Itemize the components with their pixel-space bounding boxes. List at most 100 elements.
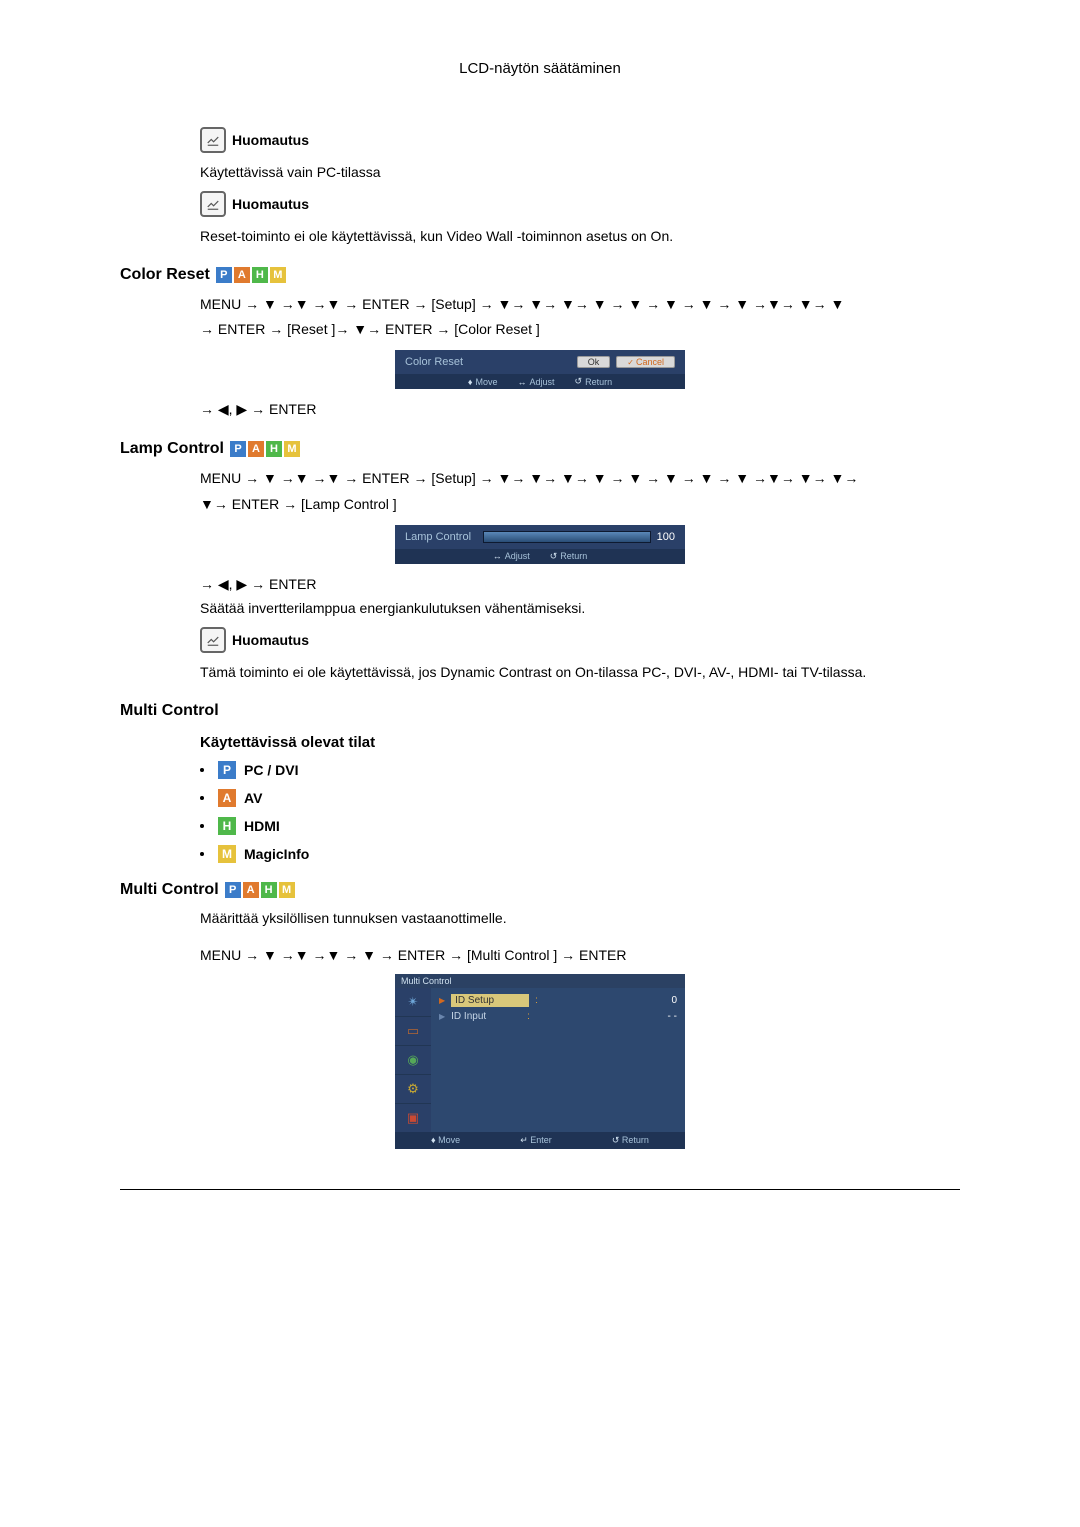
badge-a-icon: A [218,789,236,807]
osd-lamp-control: Lamp Control 100 ↔Adjust ↺Return [395,525,685,564]
note-icon [200,191,226,217]
mode-label: PC / DVI [244,762,298,778]
bullet-icon [200,852,204,856]
badge-m-icon: M [284,441,300,457]
section-multi-control-2: Multi Control P A H M [120,881,960,899]
badge-a-icon: A [243,882,259,898]
osd-foot-adjust: ↔Adjust [493,551,530,562]
multi-desc: Määrittää yksilöllisen tunnuksen vastaan… [200,907,960,929]
nav-line: MENU → ▼ →▼ →▼ → ENTER → [Setup] → ▼→ ▼→… [200,466,960,491]
mode-item-pc: P PC / DVI [200,761,960,779]
osd-row-value: 0 [671,995,677,1006]
osd-foot-enter: ↵ Enter [520,1135,552,1146]
lamp-note-text: Tämä toiminto ei ole käytettävissä, jos … [200,661,960,683]
return-icon: ↺ [550,551,558,562]
badge-h-icon: H [261,882,277,898]
osd-foot-return: ↺ Return [612,1135,649,1146]
mode-list: P PC / DVI A AV H HDMI M MagicInfo [200,761,960,863]
mode-label: HDMI [244,818,280,834]
note-row: Huomautus [200,127,960,153]
section-color-reset: Color Reset P A H M [120,266,960,284]
osd-row-id-input[interactable]: ▶ ID Input : - - [439,1011,677,1022]
badge-a-icon: A [248,441,264,457]
osd-cancel-button[interactable]: ✓Cancel [616,356,675,368]
heading-text: Multi Control [120,702,219,720]
return-icon: ↺ [612,1135,620,1145]
note-text-reset: Reset-toiminto ei ole käytettävissä, kun… [200,225,960,247]
badge-m-icon: M [279,882,295,898]
note-row: Huomautus [200,191,960,217]
note-label: Huomautus [232,632,309,648]
updown-icon: ♦ [468,377,473,387]
mode-item-magicinfo: M MagicInfo [200,845,960,863]
note-icon [200,627,226,653]
return-icon: ↺ [575,376,583,387]
play-icon: ▶ [439,1012,445,1021]
osd-side-input-icon[interactable]: ✴ [395,988,431,1017]
osd-foot-move: ♦Move [468,376,498,387]
osd-cancel-label: Cancel [636,357,664,367]
badge-h-icon: H [218,817,236,835]
mode-label: MagicInfo [244,846,309,862]
colon-icon: : [527,1011,530,1022]
mode-badges: P A H M [230,441,300,457]
heading-text: Lamp Control [120,440,224,458]
osd-row-label: ID Input [451,1011,521,1022]
section-lamp-control: Lamp Control P A H M [120,440,960,458]
badge-p-icon: P [218,761,236,779]
osd-main: ▶ ID Setup : 0 ▶ ID Input : - - [431,988,685,1132]
osd-slider[interactable] [483,531,651,543]
osd-foot-return: ↺Return [550,551,588,562]
osd-side-setup-icon[interactable]: ⚙ [395,1075,431,1104]
bullet-icon [200,796,204,800]
play-icon: ▶ [439,996,445,1005]
mode-item-av: A AV [200,789,960,807]
updown-icon: ♦ [431,1135,436,1145]
osd-color-reset: Color Reset Ok ✓Cancel ♦Move ↔Adjust ↺Re… [395,350,685,389]
enter-icon: ↵ [520,1135,528,1145]
osd-side-picture-icon[interactable]: ▭ [395,1017,431,1046]
osd-foot-adjust: ↔Adjust [518,376,555,387]
badge-h-icon: H [252,267,268,283]
osd-foot-move: ♦ Move [431,1135,460,1146]
osd-side-sound-icon[interactable]: ◉ [395,1046,431,1075]
badge-h-icon: H [266,441,282,457]
badge-a-icon: A [234,267,250,283]
mode-badges: P A H M [216,267,286,283]
leftright-icon: ↔ [493,551,502,561]
nav-line: → ◀, ▶ → ENTER [200,397,960,422]
osd-slider-value: 100 [657,531,675,543]
heading-text: Color Reset [120,266,210,284]
subheading-modes: Käytettävissä olevat tilat [200,734,960,751]
osd-ok-button[interactable]: Ok [577,356,611,368]
osd-row-id-setup[interactable]: ▶ ID Setup : 0 [439,994,677,1007]
heading-text: Multi Control [120,881,219,899]
lamp-desc: Säätää invertterilamppua energiankulutuk… [200,597,960,619]
badge-p-icon: P [225,882,241,898]
badge-p-icon: P [230,441,246,457]
colon-icon: : [535,995,538,1006]
mode-label: AV [244,790,262,806]
nav-line: ▼→ ENTER → [Lamp Control ] [200,492,960,517]
page-header: LCD-näytön säätäminen [120,60,960,77]
note-icon [200,127,226,153]
osd2-title: Multi Control [395,974,685,988]
footer-rule [120,1189,960,1190]
bullet-icon [200,768,204,772]
osd-side-multi-icon[interactable]: ▣ [395,1104,431,1132]
badge-m-icon: M [270,267,286,283]
nav-line: MENU → ▼ →▼ →▼ → ▼ → ENTER → [Multi Cont… [200,943,960,968]
bullet-icon [200,824,204,828]
osd-title: Color Reset [405,356,463,368]
badge-m-icon: M [218,845,236,863]
mode-item-hdmi: H HDMI [200,817,960,835]
osd-foot-return: ↺Return [575,376,613,387]
section-multi-control: Multi Control [120,702,960,720]
note-row: Huomautus [200,627,960,653]
note-text-pc-only: Käytettävissä vain PC-tilassa [200,161,960,183]
note-label: Huomautus [232,196,309,212]
osd-row-label: ID Setup [451,994,529,1007]
leftright-icon: ↔ [518,377,527,387]
mode-badges: P A H M [225,882,295,898]
note-label: Huomautus [232,132,309,148]
